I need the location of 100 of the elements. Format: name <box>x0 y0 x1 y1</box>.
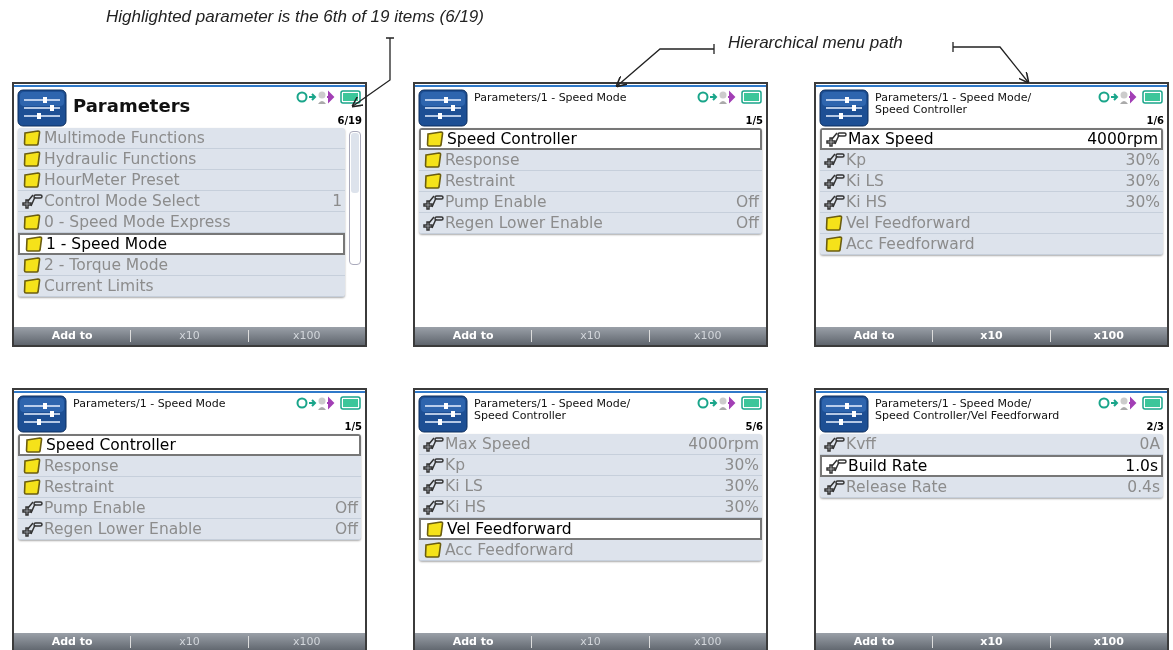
wrench-icon <box>20 521 44 537</box>
folder-icon <box>825 215 843 231</box>
menu-row[interactable]: Response <box>419 150 762 171</box>
menu-row[interactable]: Release Rate 0.4s <box>820 477 1163 498</box>
item-counter: 1/5 <box>344 421 362 432</box>
sliders-icon <box>819 395 869 433</box>
menu-row[interactable]: Regen Lower Enable Off <box>18 519 361 540</box>
folder-icon <box>23 214 41 230</box>
status-icons-drawing <box>697 395 763 411</box>
row-label: Acc Feedforward <box>445 541 575 559</box>
row-value: Off <box>335 520 358 538</box>
menu-row[interactable]: Control Mode Select 1 <box>18 191 345 212</box>
row-label: Vel Feedforward <box>447 520 573 538</box>
menu-row[interactable]: Restraint <box>18 477 361 498</box>
row-value: 4000rpm <box>1087 130 1158 148</box>
row-value: 30% <box>724 498 759 516</box>
menu-row[interactable]: Regen Lower Enable Off <box>419 213 762 234</box>
row-value: 30% <box>1125 172 1160 190</box>
row-label: Pump Enable <box>445 193 548 211</box>
row-label: Current Limits <box>44 277 155 295</box>
screen-title: Parameters <box>73 94 192 118</box>
row-label: Response <box>445 151 521 169</box>
menu-row[interactable]: Hydraulic Functions <box>18 149 345 170</box>
row-label: Max Speed <box>445 435 532 453</box>
sliders-icon <box>418 395 468 433</box>
folder-icon <box>23 278 41 294</box>
sliders-icon <box>17 395 67 433</box>
softkey[interactable]: x100 <box>1049 636 1167 648</box>
softkey[interactable]: x100 <box>1049 330 1167 342</box>
folder-icon <box>426 521 444 537</box>
row-value: 1 <box>332 192 342 210</box>
wrench-icon <box>822 152 846 168</box>
softkey[interactable]: Add to <box>14 636 131 648</box>
row-value: 30% <box>724 477 759 495</box>
softkey[interactable]: Add to <box>816 330 933 342</box>
row-value: 30% <box>1125 193 1160 211</box>
status-icons-drawing <box>296 89 362 105</box>
softkey[interactable]: Add to <box>415 330 532 342</box>
status-icons-drawing <box>1098 89 1164 105</box>
wrench-icon <box>822 436 846 452</box>
menu-row[interactable]: Kp 30% <box>419 455 762 476</box>
wrench-icon <box>421 215 445 231</box>
status-icons-drawing <box>296 395 362 411</box>
annotation-text: Hierarchical menu path <box>728 33 903 53</box>
menu-row[interactable]: Response <box>18 456 361 477</box>
folder-icon <box>23 151 41 167</box>
menu-row[interactable]: Acc Feedforward <box>820 234 1163 255</box>
menu-row[interactable]: Vel Feedforward <box>419 518 762 540</box>
row-label: Speed Controller <box>46 436 177 454</box>
menu-row[interactable]: Current Limits <box>18 276 345 297</box>
row-value: 30% <box>724 456 759 474</box>
menu-row[interactable]: Pump Enable Off <box>18 498 361 519</box>
row-label: HourMeter Preset <box>44 171 181 189</box>
row-label: Hydraulic Functions <box>44 150 198 168</box>
row-label: Control Mode Select <box>44 192 201 210</box>
menu-row[interactable]: Vel Feedforward <box>820 213 1163 234</box>
softkey[interactable]: Add to <box>14 330 131 342</box>
folder-icon <box>25 236 43 252</box>
menu-row[interactable]: Ki HS 30% <box>820 192 1163 213</box>
row-label: 1 - Speed Mode <box>46 235 169 253</box>
row-label: Regen Lower Enable <box>44 520 203 538</box>
row-value: Off <box>736 193 759 211</box>
menu-row[interactable]: Max Speed 4000rpm <box>820 128 1163 150</box>
menu-row[interactable]: Kp 30% <box>820 150 1163 171</box>
row-label: Multimode Functions <box>44 129 206 147</box>
folder-icon <box>23 458 41 474</box>
menu-row[interactable]: HourMeter Preset <box>18 170 345 191</box>
folder-icon <box>25 437 43 453</box>
softkey[interactable]: Add to <box>415 636 532 648</box>
wrench-icon <box>822 173 846 189</box>
menu-row[interactable]: 1 - Speed Mode <box>18 233 345 255</box>
menu-row[interactable]: Speed Controller <box>419 128 762 150</box>
row-label: Ki LS <box>846 172 885 190</box>
menu-row[interactable]: Ki LS 30% <box>820 171 1163 192</box>
row-label: 2 - Torque Mode <box>44 256 170 274</box>
row-label: 0 - Speed Mode Express <box>44 213 232 231</box>
screen-title: Parameters/1 - Speed Mode <box>474 90 628 106</box>
menu-row[interactable]: Multimode Functions <box>18 128 345 149</box>
scrollbar[interactable] <box>349 131 361 265</box>
screen-title: Parameters/1 - Speed Mode <box>73 396 227 412</box>
softkey[interactable]: x10 <box>932 330 1050 342</box>
menu-row[interactable]: 2 - Torque Mode <box>18 255 345 276</box>
menu-row[interactable]: Build Rate 1.0s <box>820 455 1163 477</box>
menu-row[interactable]: Restraint <box>419 171 762 192</box>
row-label: Ki LS <box>445 477 484 495</box>
sliders-icon <box>418 89 468 127</box>
folder-icon <box>23 479 41 495</box>
folder-icon <box>426 131 444 147</box>
menu-row[interactable]: Speed Controller <box>18 434 361 456</box>
menu-row[interactable]: Max Speed 4000rpm <box>419 434 762 455</box>
softkey[interactable]: x10 <box>932 636 1050 648</box>
menu-row[interactable]: Pump Enable Off <box>419 192 762 213</box>
row-value: Off <box>736 214 759 232</box>
wrench-icon <box>824 458 848 474</box>
menu-row[interactable]: Acc Feedforward <box>419 540 762 561</box>
softkey[interactable]: Add to <box>816 636 933 648</box>
screen-title: Parameters/1 - Speed Mode/ Speed Controller <box>875 90 1033 118</box>
menu-row[interactable]: Ki LS 30% <box>419 476 762 497</box>
row-label: Release Rate <box>846 478 949 496</box>
row-value: 0A <box>1139 435 1160 453</box>
